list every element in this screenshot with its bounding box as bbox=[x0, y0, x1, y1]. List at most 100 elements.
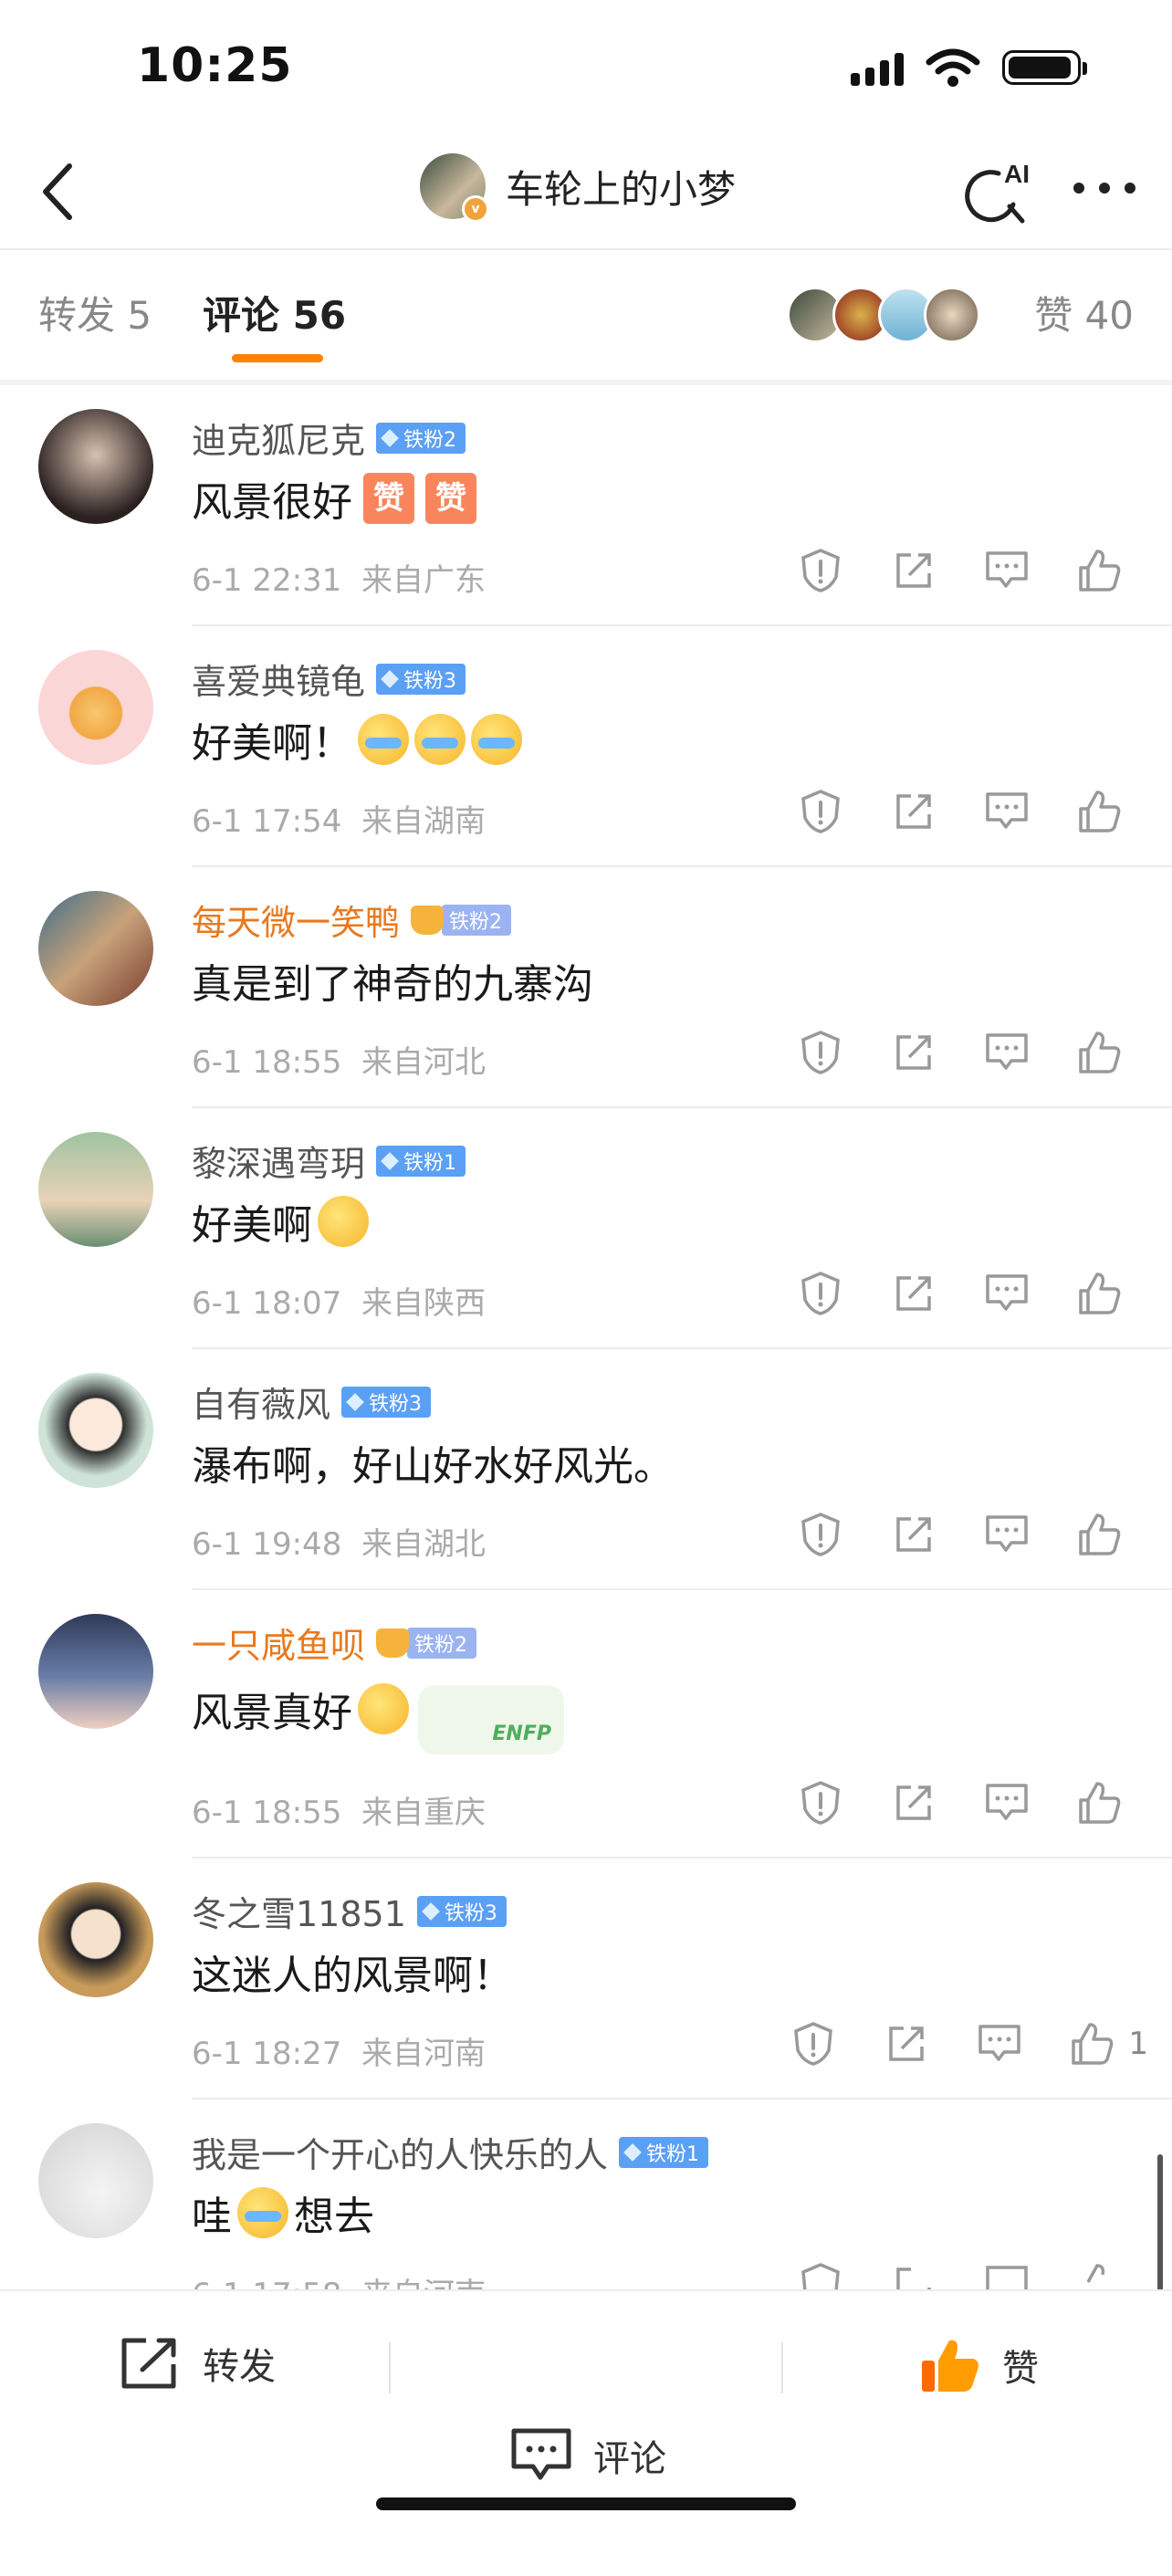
report-icon[interactable] bbox=[796, 2260, 845, 2291]
like-icon[interactable] bbox=[1075, 1269, 1125, 1318]
comment-actions bbox=[796, 1510, 1125, 1559]
avatar[interactable] bbox=[38, 2123, 153, 2238]
reply-icon[interactable] bbox=[982, 546, 1031, 595]
commenter-name[interactable]: 我是一个开心的人快乐的人 bbox=[192, 2127, 608, 2177]
status-icons bbox=[851, 47, 1087, 88]
reply-icon[interactable] bbox=[982, 1778, 1031, 1827]
avatar[interactable] bbox=[38, 409, 153, 524]
avatar[interactable] bbox=[38, 1614, 153, 1729]
commenter-name[interactable]: 黎深遇弯玥 bbox=[192, 1136, 365, 1186]
comment-body: 真是到了神奇的九寨沟 bbox=[192, 961, 593, 1008]
commenter-name[interactable]: 迪克狐尼克 bbox=[192, 413, 365, 463]
comment-label: 评论 bbox=[593, 2438, 666, 2480]
avatar[interactable] bbox=[38, 1373, 153, 1488]
like-icon[interactable] bbox=[1075, 1510, 1125, 1559]
home-indicator[interactable] bbox=[376, 2497, 796, 2510]
comment-list[interactable]: 迪克狐尼克 铁粉2 风景很好 赞 赞 6-1 22:31 来自广东 喜爱典镜龟 … bbox=[0, 385, 1172, 2291]
like-icon[interactable] bbox=[1075, 2260, 1125, 2291]
like-icon[interactable] bbox=[1075, 787, 1125, 836]
comment-actions bbox=[796, 2260, 1125, 2291]
more-icon[interactable] bbox=[1068, 170, 1141, 206]
like-button[interactable]: 赞 bbox=[918, 2335, 1039, 2395]
like-icon[interactable] bbox=[1075, 1778, 1125, 1827]
divider bbox=[389, 2342, 391, 2393]
reply-icon[interactable] bbox=[982, 2260, 1031, 2291]
comment-item: 自有薇风 铁粉3 瀑布啊，好山好水好风光。 6-1 19:48 来自湖北 bbox=[0, 1349, 1172, 1590]
comment-actions bbox=[796, 546, 1125, 595]
share-icon[interactable] bbox=[889, 1269, 938, 1318]
share-icon[interactable] bbox=[889, 787, 938, 836]
comment-body: 这迷人的风景啊！ bbox=[192, 1953, 513, 1999]
report-icon[interactable] bbox=[796, 546, 845, 595]
comment-item: 黎深遇弯玥 铁粉1 好美啊 6-1 18:07 来自陕西 bbox=[0, 1108, 1172, 1349]
commenter-name[interactable]: 喜爱典镜龟 bbox=[192, 654, 365, 704]
share-icon[interactable] bbox=[889, 2260, 938, 2291]
like-icon[interactable] bbox=[1068, 2019, 1117, 2068]
share-icon[interactable] bbox=[882, 2019, 931, 2068]
comment-actions: 1 bbox=[789, 2019, 1148, 2068]
avatar[interactable] bbox=[38, 1882, 153, 1997]
comment-item: 迪克狐尼克 铁粉2 风景很好 赞 赞 6-1 22:31 来自广东 bbox=[0, 385, 1172, 626]
comment-meta: 6-1 18:07 来自陕西 bbox=[192, 1285, 486, 1322]
post-author[interactable]: v 车轮上的小梦 bbox=[420, 153, 736, 223]
reply-icon[interactable] bbox=[982, 1269, 1031, 1318]
battery-icon bbox=[1002, 50, 1087, 85]
reply-icon[interactable] bbox=[982, 787, 1031, 836]
comment-item: 喜爱典镜龟 铁粉3 好美啊！ 6-1 17:54 来自湖南 bbox=[0, 626, 1172, 867]
diamond-icon bbox=[421, 1901, 440, 1921]
report-icon[interactable] bbox=[796, 787, 845, 836]
scrollbar[interactable] bbox=[1157, 2154, 1163, 2291]
report-icon[interactable] bbox=[796, 1510, 845, 1559]
avatar[interactable] bbox=[38, 650, 153, 765]
zan-emoji: 赞 bbox=[425, 473, 476, 524]
reply-icon[interactable] bbox=[975, 2019, 1024, 2068]
comment-actions bbox=[796, 1778, 1125, 1827]
like-icon[interactable] bbox=[1075, 546, 1125, 595]
repost-button[interactable]: 转发 bbox=[119, 2335, 276, 2392]
comment-meta: 6-1 17:54 来自湖南 bbox=[192, 803, 486, 840]
share-icon[interactable] bbox=[889, 1510, 938, 1559]
share-icon[interactable] bbox=[889, 1028, 938, 1077]
crown-icon bbox=[411, 905, 445, 935]
active-tab-indicator bbox=[232, 354, 323, 362]
comment-meta: 6-1 18:27 来自河南 bbox=[192, 2036, 486, 2072]
tab-likes[interactable]: 赞 40 bbox=[1034, 285, 1134, 340]
reply-icon[interactable] bbox=[982, 1510, 1031, 1559]
report-icon[interactable] bbox=[796, 1028, 845, 1077]
tab-bar: 转发 5 评论 56 赞 40 bbox=[0, 248, 1172, 385]
avatar[interactable] bbox=[38, 1132, 153, 1247]
like-label: 赞 bbox=[1002, 2348, 1039, 2390]
commenter-name[interactable]: 一只咸鱼呗 bbox=[192, 1618, 365, 1668]
diamond-icon bbox=[381, 669, 399, 688]
back-icon[interactable] bbox=[33, 157, 88, 226]
report-icon[interactable] bbox=[796, 1269, 845, 1318]
comment-text: 风景真好 ENFP bbox=[192, 1674, 564, 1754]
fan-badge: 铁粉3 bbox=[341, 1386, 432, 1418]
comment-text: 瀑布啊，好山好水好风光。 bbox=[192, 1433, 674, 1492]
ai-search-button[interactable]: AI bbox=[958, 155, 1041, 228]
comment-body: 好美啊！ bbox=[192, 720, 352, 767]
comment-button[interactable]: 评论 bbox=[509, 2335, 666, 2576]
share-icon[interactable] bbox=[889, 1778, 938, 1827]
comment-text: 这迷人的风景啊！ bbox=[192, 1942, 513, 2001]
ai-search-icon: AI bbox=[965, 160, 1030, 224]
report-icon[interactable] bbox=[796, 1778, 845, 1827]
avatar[interactable] bbox=[38, 891, 153, 1006]
commenter-name[interactable]: 冬之雪11851 bbox=[192, 1886, 406, 1936]
like-icon[interactable] bbox=[1075, 1028, 1125, 1077]
fan-badge: 铁粉3 bbox=[416, 1895, 507, 1927]
commenter-name[interactable]: 自有薇风 bbox=[192, 1377, 330, 1427]
nav-bar: v 车轮上的小梦 AI bbox=[0, 137, 1172, 246]
liker-avatars[interactable] bbox=[787, 287, 980, 343]
commenter-name[interactable]: 每天微一笑鸭 bbox=[192, 895, 400, 945]
fan-badge: 铁粉1 bbox=[376, 1145, 466, 1177]
author-name[interactable]: 车轮上的小梦 bbox=[506, 159, 736, 215]
author-avatar[interactable]: v bbox=[420, 153, 489, 223]
share-icon[interactable] bbox=[889, 546, 938, 595]
diamond-icon bbox=[623, 2142, 642, 2162]
report-icon[interactable] bbox=[789, 2019, 838, 2068]
reply-icon[interactable] bbox=[982, 1028, 1031, 1077]
comment-body: 好美啊 bbox=[192, 1202, 312, 1249]
tab-repost[interactable]: 转发 5 bbox=[38, 285, 152, 340]
comment-actions bbox=[796, 787, 1125, 836]
